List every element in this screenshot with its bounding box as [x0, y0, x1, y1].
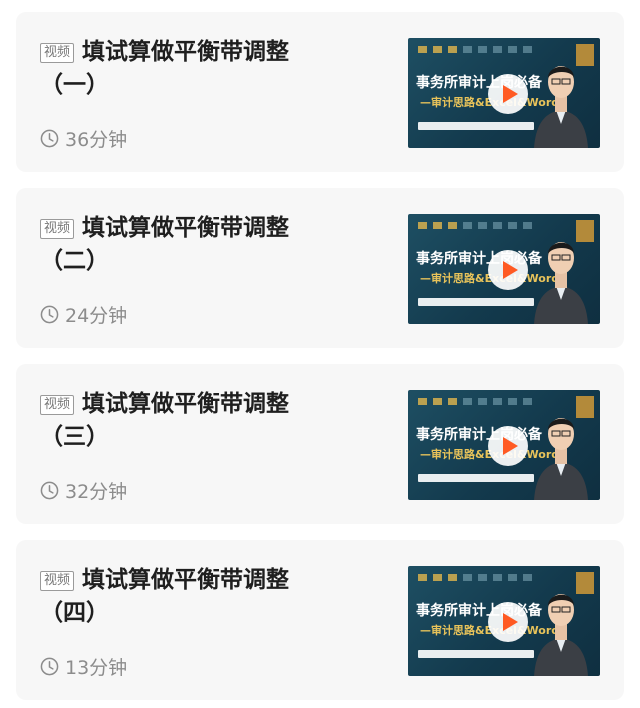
thumb-info-bar [418, 474, 534, 482]
thumb-banner [418, 222, 532, 229]
course-list: 视频填试算做平衡带调整 （一） 36分钟 事务所审计上岗必备 —审计思路&Exc… [0, 0, 640, 708]
course-title-line1: 填试算做平衡带调整 [82, 567, 290, 593]
duration-row: 32分钟 [40, 477, 127, 504]
clock-icon [40, 657, 59, 676]
course-card[interactable]: 视频填试算做平衡带调整 （二） 24分钟 事务所审计上岗必备 —审计思路&Exc… [16, 188, 624, 348]
clock-icon [40, 129, 59, 148]
course-title-line2: （一） [40, 72, 109, 98]
course-card[interactable]: 视频填试算做平衡带调整 （三） 32分钟 事务所审计上岗必备 —审计思路&Exc… [16, 364, 624, 524]
course-title-line2: （三） [40, 424, 109, 450]
video-thumbnail[interactable]: 事务所审计上岗必备 —审计思路&Excel&Word [408, 566, 600, 676]
play-icon[interactable] [488, 74, 528, 114]
course-title-line1: 填试算做平衡带调整 [82, 391, 290, 417]
video-tag: 视频 [40, 395, 75, 415]
video-tag: 视频 [40, 571, 75, 591]
play-icon[interactable] [488, 602, 528, 642]
duration-text: 32分钟 [65, 481, 128, 503]
course-title[interactable]: 视频 填试算做平衡带调整 （四） [40, 564, 380, 630]
course-title[interactable]: 视频 填试算做平衡带调整 （三） [40, 388, 380, 454]
play-icon[interactable] [488, 250, 528, 290]
course-title[interactable]: 视频 填试算做平衡带调整 （二） [40, 212, 380, 278]
course-title[interactable]: 视频 填试算做平衡带调整 （一） [40, 36, 380, 102]
video-tag: 视频 [40, 219, 75, 239]
course-card[interactable]: 视频填试算做平衡带调整 （四） 13分钟 事务所审计上岗必备 —审计思路&Exc… [16, 540, 624, 700]
presenter-image [534, 242, 588, 324]
video-thumbnail[interactable]: 事务所审计上岗必备 —审计思路&Excel&Word [408, 38, 600, 148]
video-thumbnail[interactable]: 事务所审计上岗必备 —审计思路&Excel&Word [408, 390, 600, 500]
duration-text: 13分钟 [65, 657, 128, 679]
clock-icon [40, 481, 59, 500]
presenter-image [534, 594, 588, 676]
course-title-line2: （二） [40, 248, 109, 274]
video-tag: 视频 [40, 43, 75, 63]
duration-text: 36分钟 [65, 129, 128, 151]
course-title-line1: 填试算做平衡带调整 [82, 215, 290, 241]
duration-text: 24分钟 [65, 305, 128, 327]
video-thumbnail[interactable]: 事务所审计上岗必备 —审计思路&Excel&Word [408, 214, 600, 324]
thumb-banner [418, 46, 532, 53]
duration-row: 36分钟 [40, 125, 127, 152]
thumb-info-bar [418, 650, 534, 658]
course-title-line2: （四） [40, 600, 109, 626]
clock-icon [40, 305, 59, 324]
play-icon[interactable] [488, 426, 528, 466]
thumb-banner [418, 398, 532, 405]
course-card[interactable]: 视频填试算做平衡带调整 （一） 36分钟 事务所审计上岗必备 —审计思路&Exc… [16, 12, 624, 172]
presenter-image [534, 66, 588, 148]
duration-row: 24分钟 [40, 301, 127, 328]
course-title-line1: 填试算做平衡带调整 [82, 39, 290, 65]
thumb-info-bar [418, 298, 534, 306]
presenter-image [534, 418, 588, 500]
thumb-banner [418, 574, 532, 581]
duration-row: 13分钟 [40, 653, 127, 680]
thumb-info-bar [418, 122, 534, 130]
